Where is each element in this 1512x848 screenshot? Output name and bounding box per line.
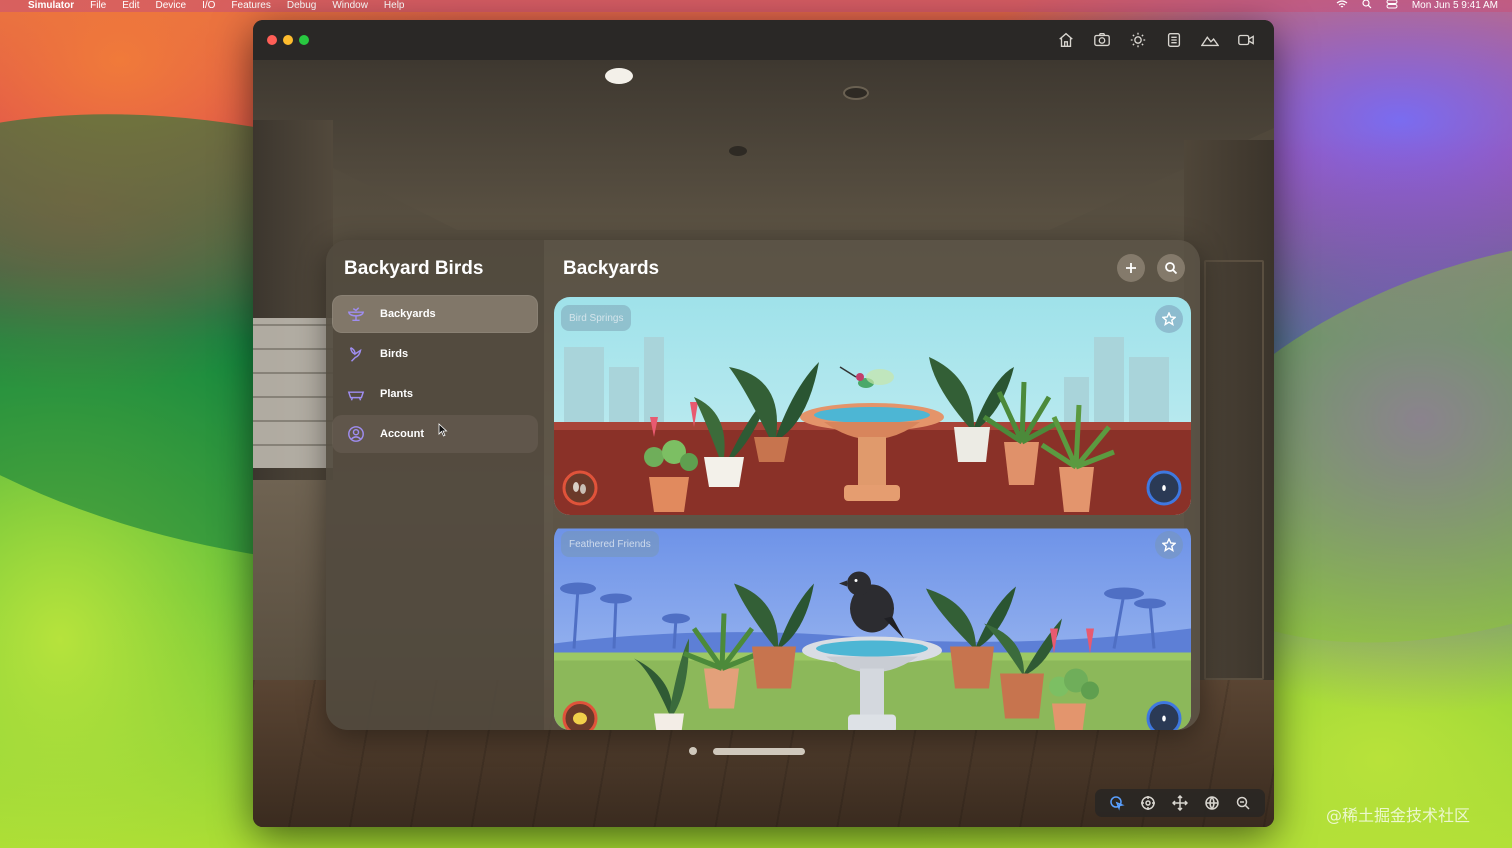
favorite-button[interactable] (1155, 305, 1183, 333)
pointer-select-icon (1110, 796, 1125, 811)
food-gauge-icon (562, 470, 598, 506)
window-controls (689, 747, 805, 755)
menu-features[interactable]: Features (231, 0, 270, 12)
water-gauge-icon (1146, 701, 1182, 730)
backyard-illustration (554, 297, 1191, 515)
menu-device[interactable]: Device (155, 0, 186, 12)
wifi-icon[interactable] (1336, 0, 1348, 13)
close-window-button[interactable] (267, 35, 277, 45)
environment-button[interactable] (1200, 30, 1220, 50)
page-title: Backyards (563, 258, 660, 279)
control-center-icon[interactable] (1386, 0, 1398, 13)
backyard-name-chip: Feathered Friends (561, 531, 659, 557)
screenshot-icon (1094, 33, 1110, 47)
globe-icon (1204, 796, 1219, 810)
menu-io[interactable]: I/O (202, 0, 215, 12)
menu-window[interactable]: Window (332, 0, 368, 12)
record-video-button[interactable] (1236, 30, 1256, 50)
menu-simulator[interactable]: Simulator (28, 0, 74, 12)
backyard-name-chip: Bird Springs (561, 305, 632, 331)
home-button[interactable] (1056, 30, 1076, 50)
zoom-icon (1236, 796, 1250, 810)
select-tool-button[interactable] (1107, 793, 1127, 813)
bird-icon (346, 344, 366, 364)
screenshot-button[interactable] (1092, 30, 1112, 50)
sidebar-item-label: Birds (380, 348, 409, 360)
star-icon (1162, 312, 1176, 326)
birdbath-icon (346, 304, 366, 324)
sidebar-item-account[interactable]: Account (332, 415, 538, 453)
backyard-birds-app: Backyard Birds Backyards Birds Plants Ac… (326, 240, 1200, 730)
simulator-titlebar (253, 20, 1274, 60)
sidebar-item-label: Plants (380, 388, 414, 400)
brightness-button[interactable] (1128, 30, 1148, 50)
home-icon (1059, 32, 1073, 47)
mouse-pointer-icon (438, 423, 448, 437)
minimize-window-button[interactable] (283, 35, 293, 45)
search-icon (1165, 262, 1178, 275)
zoom-tool-button[interactable] (1233, 793, 1253, 813)
sidebar-item-backyards[interactable]: Backyards (332, 295, 538, 333)
star-icon (1162, 538, 1176, 552)
orbit-icon (1141, 796, 1156, 810)
interaction-toolbar (1095, 789, 1265, 817)
sidebar-item-plants[interactable]: Plants (332, 375, 538, 413)
search-button[interactable] (1157, 254, 1185, 282)
room-environment: Backyard Birds Backyards Birds Plants Ac… (253, 60, 1274, 827)
keyboard-icon (1167, 33, 1181, 47)
sun-icon (1130, 32, 1146, 48)
sidebar-item-label: Backyards (380, 308, 436, 320)
mountains-icon (1201, 36, 1219, 47)
menu-debug[interactable]: Debug (287, 0, 316, 12)
menu-bar: Simulator File Edit Device I/O Features … (0, 0, 1512, 12)
backyard-card-feathered-friends[interactable]: Feathered Friends (554, 523, 1191, 730)
spotlight-search-icon[interactable] (1362, 0, 1372, 13)
menubar-datetime[interactable]: Mon Jun 5 9:41 AM (1412, 0, 1498, 12)
person-circle-icon (346, 424, 366, 444)
look-tool-button[interactable] (1138, 793, 1158, 813)
zoom-window-button[interactable] (299, 35, 309, 45)
watermark: @稀土掘金技术社区 (1326, 806, 1471, 825)
orbit-tool-button[interactable] (1202, 793, 1222, 813)
move-arrows-icon (1171, 795, 1188, 811)
app-title: Backyard Birds (344, 258, 484, 279)
window-grabber-bar[interactable] (713, 747, 805, 755)
simulator-window: Backyard Birds Backyards Birds Plants Ac… (253, 20, 1274, 827)
window-close-dot[interactable] (689, 747, 697, 755)
backyard-card-bird-springs[interactable]: Bird Springs (554, 297, 1191, 515)
menu-help[interactable]: Help (384, 0, 405, 12)
menu-edit[interactable]: Edit (122, 0, 139, 12)
keyboard-button[interactable] (1164, 30, 1184, 50)
menu-file[interactable]: File (90, 0, 106, 12)
add-backyard-button[interactable] (1117, 254, 1145, 282)
plus-icon (1126, 263, 1136, 273)
sidebar-item-label: Account (380, 428, 424, 440)
sidebar: Backyard Birds Backyards Birds Plants Ac… (326, 240, 544, 730)
favorite-button[interactable] (1155, 531, 1183, 559)
video-camera-icon (1238, 34, 1254, 46)
sidebar-item-birds[interactable]: Birds (332, 335, 538, 373)
water-gauge-icon (1146, 470, 1182, 506)
pan-tool-button[interactable] (1170, 793, 1190, 813)
food-gauge-icon (562, 701, 598, 730)
planter-icon (346, 384, 366, 404)
